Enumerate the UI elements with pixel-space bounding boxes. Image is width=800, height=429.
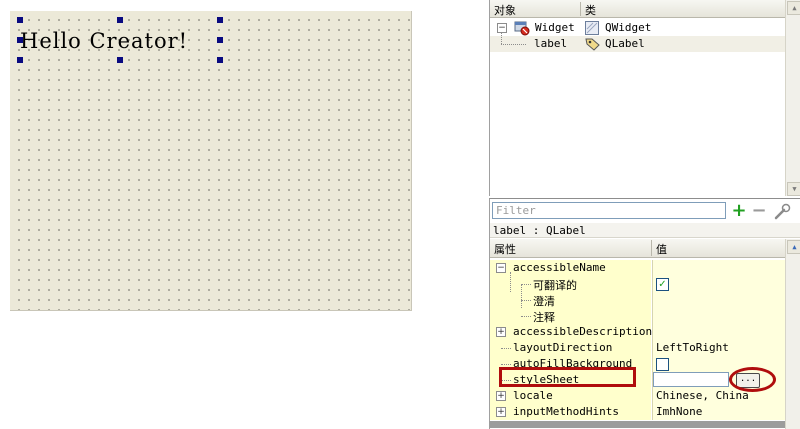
hello-label[interactable]: Hello Creator! [20, 29, 188, 53]
tag-icon [585, 38, 600, 51]
prop-row-layoutDirection[interactable]: layoutDirection LeftToRight [490, 340, 786, 357]
scroll-up-icon[interactable]: ▲ [787, 1, 800, 15]
selection-handle-bm[interactable] [117, 57, 123, 63]
header-property[interactable]: 属性 [494, 241, 516, 257]
collapse-icon[interactable]: − [496, 263, 506, 273]
autofill-checkbox[interactable] [656, 358, 669, 371]
prop-name: 澄清 [533, 295, 555, 308]
highlight-rectangle [499, 367, 636, 387]
prop-name: accessibleDescription [513, 325, 653, 338]
prop-name: 注释 [533, 311, 555, 324]
prop-name: inputMethodHints [513, 405, 619, 418]
tree-class-widget: QWidget [605, 21, 652, 34]
prop-name: layoutDirection [513, 341, 613, 354]
prop-name: accessibleName [513, 261, 606, 274]
add-property-icon[interactable]: + [730, 202, 748, 220]
selection-handle-tl[interactable] [17, 17, 23, 23]
group-header-bar [489, 421, 785, 428]
selection-handle-ml[interactable] [17, 37, 23, 43]
scroll-down-icon[interactable]: ▼ [787, 182, 800, 196]
prop-value[interactable]: ImhNone [656, 405, 702, 418]
filter-input[interactable]: Filter [492, 202, 726, 219]
tree-name-widget: Widget [535, 21, 575, 34]
tree-class-label: QLabel [605, 37, 645, 50]
widget-icon [514, 21, 530, 36]
stylesheet-input[interactable] [653, 372, 729, 387]
prop-row-disambiguation[interactable]: 澄清 [490, 284, 786, 316]
selection-handle-br[interactable] [217, 57, 223, 63]
highlight-oval [729, 367, 776, 392]
remove-property-icon[interactable]: − [750, 202, 768, 220]
selection-handle-tr[interactable] [217, 17, 223, 23]
expand-icon[interactable]: + [496, 327, 506, 337]
prop-name: 可翻译的 [533, 279, 577, 292]
prop-row-accessibleDescription[interactable]: + accessibleDescription [490, 324, 786, 341]
qwidget-class-icon [585, 21, 599, 35]
prop-row-inputMethodHints[interactable]: + inputMethodHints ImhNone [490, 404, 786, 421]
object-inspector: 对象 类 − Widget QWidget label QLabel ▲ ▼ [489, 0, 800, 196]
tree-name-label: label [534, 37, 568, 50]
configure-wrench-icon[interactable] [773, 203, 791, 220]
prop-value[interactable]: Chinese, China [656, 389, 749, 402]
selection-handle-tm[interactable] [117, 17, 123, 23]
selection-handle-bl[interactable] [17, 57, 23, 63]
expand-icon[interactable]: + [496, 391, 506, 401]
selection-handle-mr[interactable] [217, 37, 223, 43]
expand-icon[interactable]: + [496, 407, 506, 417]
tree-row-widget[interactable]: − Widget QWidget [490, 20, 786, 36]
prop-row-translatable[interactable]: 可翻译的 ✓ [490, 272, 786, 330]
header-class[interactable]: 类 [585, 2, 596, 18]
prop-value[interactable]: LeftToRight [656, 341, 729, 354]
property-header: 属性 值 [490, 239, 786, 258]
prop-row-comment[interactable]: 注释 [490, 308, 786, 325]
object-inspector-scrollbar[interactable]: ▲ ▼ [785, 0, 800, 196]
prop-name: locale [513, 389, 553, 402]
scroll-up-icon[interactable]: ▲ [787, 240, 800, 254]
property-editor-scrollbar[interactable]: ▲ [785, 239, 800, 429]
object-inspector-header: 对象 类 [490, 0, 786, 18]
form-canvas[interactable]: Hello Creator! [10, 11, 412, 311]
property-editor: Filter + − label : QLabel 属性 值 − accessi… [489, 198, 800, 429]
current-object-line: label : QLabel [490, 223, 800, 238]
tree-row-label[interactable]: label QLabel [490, 32, 786, 52]
translatable-checkbox[interactable]: ✓ [656, 278, 669, 291]
prop-row-accessibleName[interactable]: − accessibleName [490, 260, 786, 277]
header-value[interactable]: 值 [656, 241, 667, 257]
collapse-icon[interactable]: − [497, 23, 507, 33]
header-object[interactable]: 对象 [494, 2, 516, 18]
